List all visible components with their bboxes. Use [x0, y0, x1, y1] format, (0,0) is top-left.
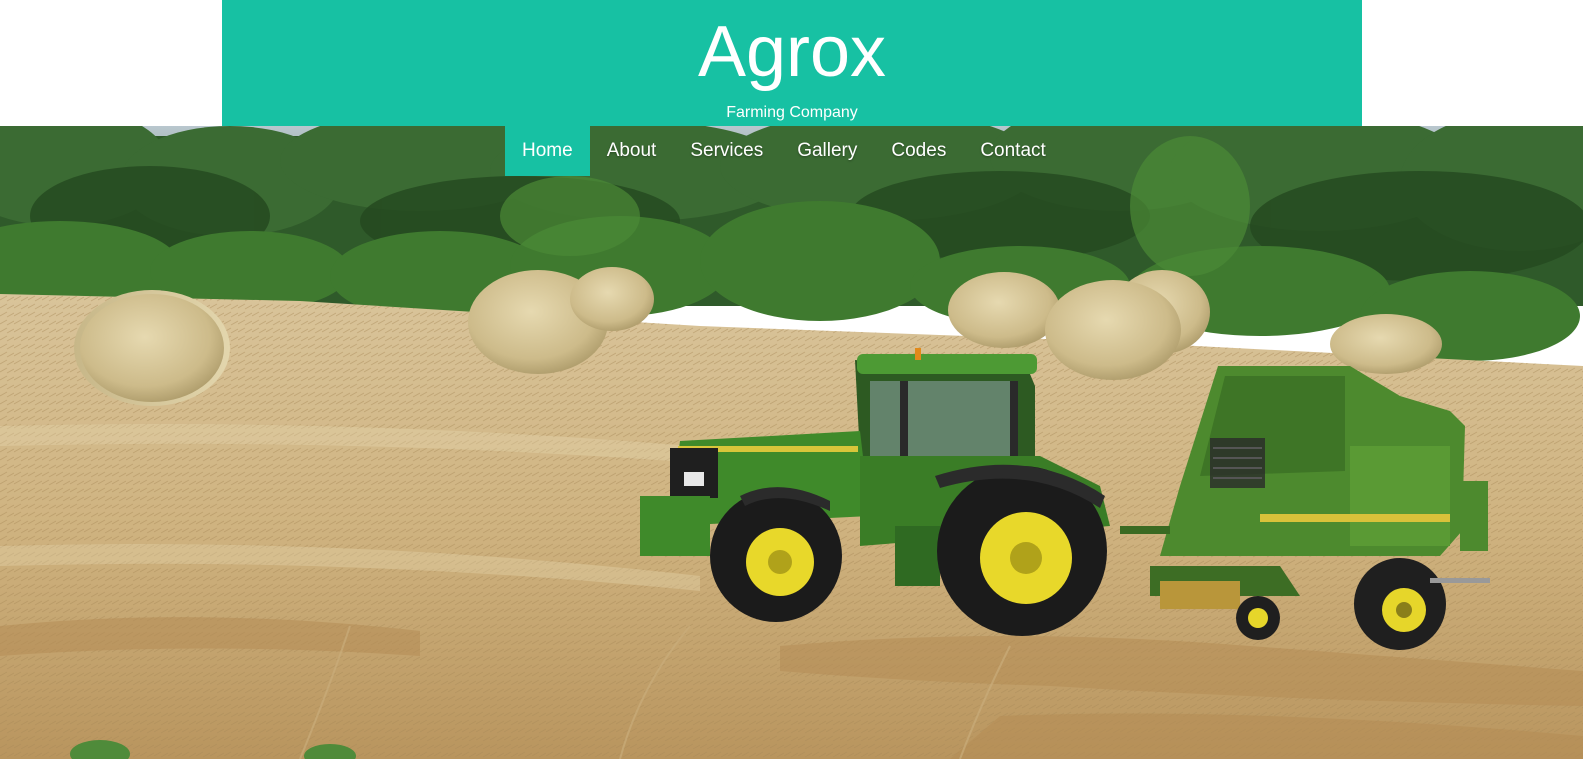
hay-bale: [570, 267, 654, 331]
nav-item-services[interactable]: Services: [673, 126, 780, 176]
hay-bale: [74, 290, 230, 406]
hero-banner-image: [0, 126, 1583, 759]
page: Agrox Farming Company Home About Service…: [0, 0, 1583, 759]
site-logo-title[interactable]: Agrox: [222, 10, 1362, 94]
nav-item-home[interactable]: Home: [505, 126, 590, 176]
site-tagline: Farming Company: [726, 104, 858, 121]
hay-bale: [1045, 280, 1181, 380]
nav-item-gallery[interactable]: Gallery: [780, 126, 874, 176]
hay-bale: [1330, 314, 1442, 374]
main-navigation: Home About Services Gallery Codes Contac…: [505, 126, 1063, 176]
nav-item-about[interactable]: About: [590, 126, 674, 176]
nav-item-contact[interactable]: Contact: [963, 126, 1062, 176]
farm-scene-illustration: [0, 126, 1583, 759]
brand-header: Agrox Farming Company: [222, 0, 1362, 126]
hay-bale: [948, 272, 1060, 348]
nav-item-codes[interactable]: Codes: [874, 126, 963, 176]
